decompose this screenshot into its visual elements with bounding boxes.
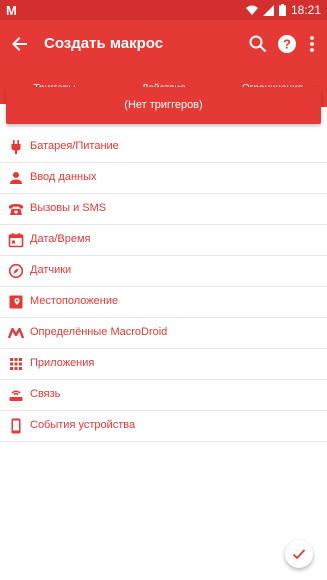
list-item-applications[interactable]: Приложения [0, 349, 327, 380]
compass-icon [8, 263, 24, 279]
person-icon [10, 172, 22, 184]
list-item-input[interactable]: Ввод данных [0, 163, 327, 194]
list-item-datetime[interactable]: Дата/Время [0, 225, 327, 256]
list-item-label: Определённые MacroDroid [30, 326, 168, 338]
macrodroid-icon [8, 327, 24, 339]
calendar-icon [8, 233, 24, 248]
app-toolbar: Создать макрос ? [0, 20, 327, 70]
router-icon [9, 390, 23, 401]
list-item-calls-sms[interactable]: Вызовы и SMS [0, 194, 327, 225]
more-vert-icon[interactable] [300, 32, 324, 56]
plug-icon [11, 140, 21, 154]
list-item-sensors[interactable]: Датчики [0, 256, 327, 287]
signal-icon [262, 4, 274, 16]
back-arrow-icon[interactable] [8, 32, 32, 56]
no-triggers-banner[interactable]: (Нет триггеров) [6, 87, 321, 124]
trigger-category-list: Батарея/Питание Ввод данных Вызовы и SMS… [0, 132, 327, 442]
phone-icon [9, 204, 23, 215]
list-item-label: Дата/Время [30, 233, 91, 245]
status-icons: 18:21 [245, 3, 321, 17]
list-item-macrodroid[interactable]: Определённые MacroDroid [0, 318, 327, 349]
list-item-label: Местоположение [30, 295, 119, 307]
list-item-location[interactable]: Местоположение [0, 287, 327, 318]
list-item-label: События устройства [30, 419, 136, 431]
page-title: Создать макрос [44, 35, 164, 52]
list-item-label: Ввод данных [30, 171, 97, 183]
svg-text:?: ? [283, 37, 291, 52]
list-item-connectivity[interactable]: Связь [0, 380, 327, 411]
checkmark-icon [292, 549, 306, 560]
status-bar: M 18:21 [0, 0, 327, 20]
list-item-label: Батарея/Питание [30, 140, 119, 152]
phone-device-icon [11, 418, 21, 434]
apps-grid-icon [10, 358, 22, 370]
status-time: 18:21 [290, 3, 321, 17]
list-item-label: Приложения [30, 357, 95, 369]
list-item-device-events[interactable]: События устройства [0, 411, 327, 442]
list-item-label: Связь [30, 388, 61, 400]
list-item-battery[interactable]: Батарея/Питание [0, 132, 327, 163]
list-item-label: Вызовы и SMS [30, 202, 107, 214]
confirm-fab[interactable] [285, 540, 313, 568]
list-item-label: Датчики [30, 264, 72, 276]
wifi-icon [245, 5, 258, 15]
help-icon[interactable]: ? [275, 32, 299, 56]
status-app-icon: M [6, 3, 17, 18]
battery-icon [278, 4, 286, 16]
search-icon[interactable] [246, 32, 270, 56]
map-icon [9, 295, 23, 309]
